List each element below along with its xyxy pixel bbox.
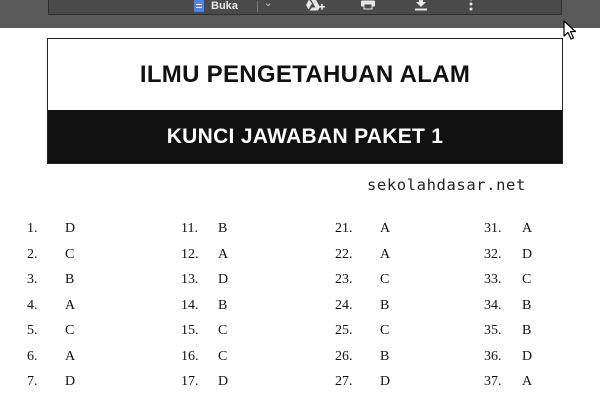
- answer-letter: A: [380, 246, 391, 262]
- answer-letter: C: [218, 348, 228, 364]
- question-number: 32.: [484, 246, 502, 262]
- answer-letter: C: [522, 272, 532, 287]
- answer-letter: A: [522, 221, 533, 236]
- answer-letter: C: [380, 323, 390, 338]
- question-number: 14.: [181, 297, 199, 313]
- site-watermark: sekolahdasar.net: [367, 176, 526, 194]
- question-number: 12.: [181, 246, 199, 262]
- question-number: 23.: [335, 272, 353, 287]
- title-box: ILMU PENGETAHUAN ALAM KUNCI JAWABAN PAKE…: [47, 38, 563, 164]
- answer-letter: C: [218, 323, 228, 338]
- question-number: 21.: [335, 221, 353, 236]
- question-number: 22.: [335, 246, 353, 262]
- answer-letter: D: [65, 221, 76, 236]
- chevron-down-icon[interactable]: ⌄: [264, 0, 272, 9]
- answer-letter: B: [65, 272, 75, 287]
- document-title: ILMU PENGETAHUAN ALAM: [139, 60, 471, 88]
- question-number: 6.: [27, 348, 38, 364]
- open-with-button[interactable]: Buka: [194, 0, 238, 13]
- question-number: 7.: [27, 374, 38, 389]
- question-number: 11.: [181, 221, 198, 236]
- question-number: 2.: [27, 246, 38, 262]
- question-number: 15.: [181, 323, 199, 338]
- mouse-cursor-icon: [563, 20, 577, 45]
- answer-letter: D: [65, 374, 76, 389]
- answer-letter: D: [522, 246, 533, 262]
- question-number: 27.: [335, 374, 353, 389]
- question-number: 3.: [27, 272, 38, 287]
- question-number: 31.: [484, 221, 502, 236]
- print-icon[interactable]: [361, 0, 375, 14]
- document-toolbar: Buka ⌄: [48, 0, 562, 15]
- open-with-label: Buka: [211, 0, 238, 12]
- answer-letter: A: [380, 221, 391, 236]
- question-number: 25.: [335, 323, 353, 338]
- toolbar-separator: [257, 1, 258, 12]
- answer-letter: B: [522, 323, 532, 338]
- more-vert-icon[interactable]: [469, 0, 473, 15]
- answer-letter: A: [65, 348, 76, 364]
- question-number: 35.: [484, 323, 502, 338]
- answer-letter: C: [380, 272, 390, 287]
- google-docs-icon: [194, 0, 204, 12]
- question-number: 17.: [181, 374, 199, 389]
- question-number: 34.: [484, 297, 502, 313]
- question-number: 1.: [27, 221, 38, 236]
- answer-letter: D: [522, 348, 533, 364]
- answer-letter: D: [218, 272, 229, 287]
- answer-letter: D: [218, 374, 229, 389]
- question-number: 37.: [484, 374, 502, 389]
- answer-letter: A: [65, 297, 76, 313]
- download-icon[interactable]: [414, 0, 428, 15]
- question-number: 33.: [484, 272, 502, 287]
- answer-letter: C: [65, 323, 75, 338]
- question-number: 4.: [27, 297, 38, 313]
- answer-letter: D: [380, 374, 391, 389]
- answer-letter: C: [65, 246, 75, 262]
- answer-letter: B: [380, 348, 390, 364]
- answer-letter: A: [522, 374, 533, 389]
- question-number: 24.: [335, 297, 353, 313]
- question-number: 16.: [181, 348, 199, 364]
- answer-letter: B: [380, 297, 390, 313]
- question-number: 5.: [27, 323, 38, 338]
- answer-letter: B: [218, 221, 228, 236]
- answer-letter: A: [218, 246, 229, 262]
- answer-letter: B: [522, 297, 532, 313]
- question-number: 13.: [181, 272, 199, 287]
- answer-letter: B: [218, 297, 228, 313]
- add-to-drive-icon[interactable]: [304, 0, 326, 16]
- document-subtitle: KUNCI JAWABAN PAKET 1: [48, 110, 562, 163]
- question-number: 36.: [484, 348, 502, 364]
- question-number: 26.: [335, 348, 353, 364]
